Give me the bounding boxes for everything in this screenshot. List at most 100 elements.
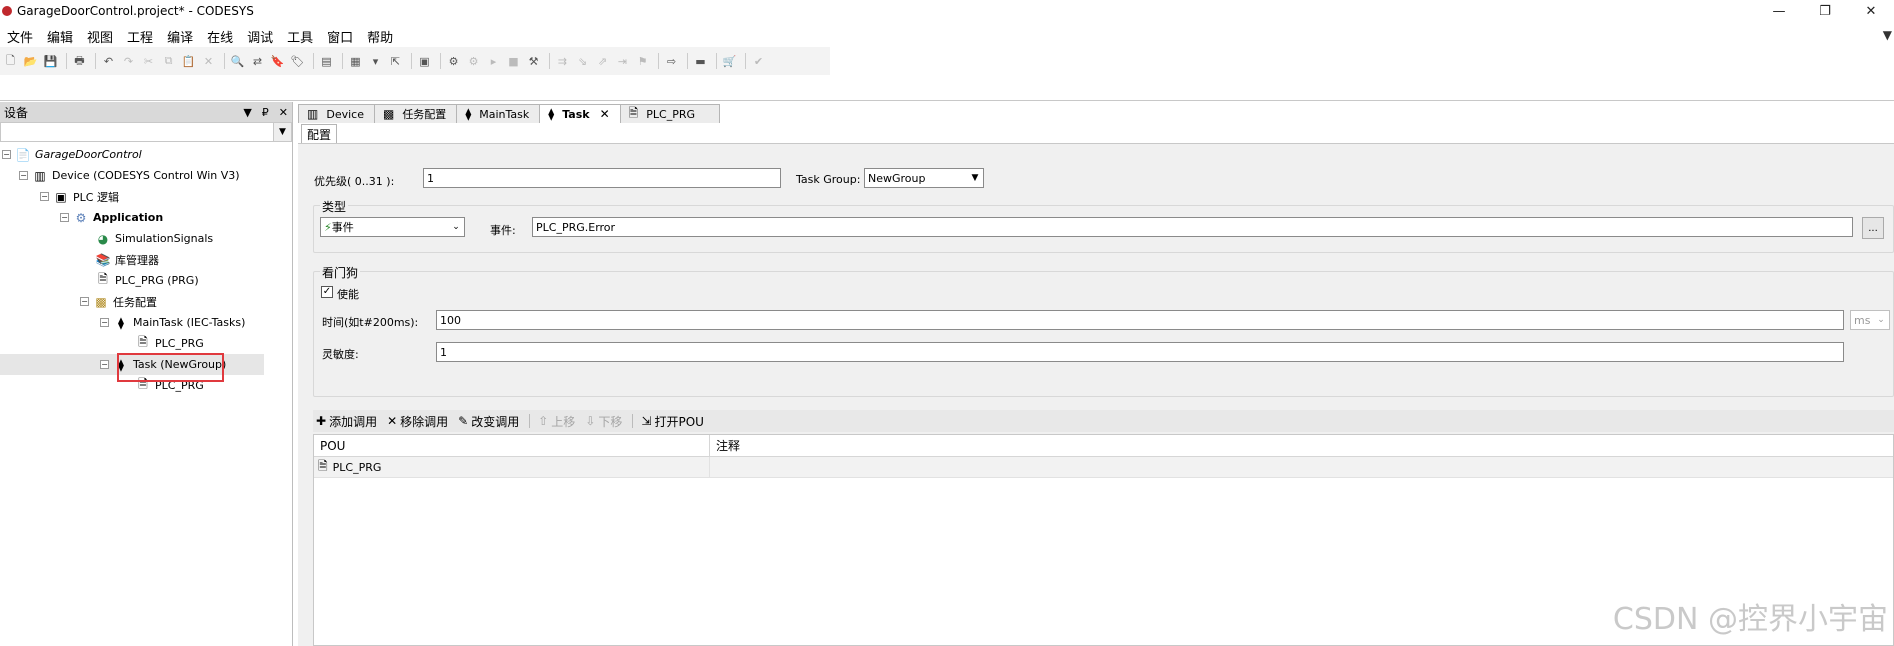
login-icon[interactable]: ⚙: [445, 53, 462, 70]
restore-button[interactable]: ❐: [1802, 0, 1848, 22]
tab-plc-prg[interactable]: 🗎 PLC_PRG: [619, 104, 720, 123]
device-panel-dropdown[interactable]: ▼: [0, 122, 292, 142]
write-values-icon[interactable]: ▬: [692, 53, 709, 70]
menu-debug[interactable]: 调试: [240, 27, 280, 46]
run-icon[interactable]: ▸: [485, 53, 502, 70]
tree-item-project[interactable]: − 📄 GarageDoorControl: [0, 144, 292, 165]
collapse-icon[interactable]: −: [100, 318, 109, 327]
remove-call-button[interactable]: ✕ 移除调用: [387, 413, 448, 430]
priority-label: 优先级( 0..31 ):: [314, 175, 395, 188]
check-icon[interactable]: ✔: [750, 53, 767, 70]
delete-icon[interactable]: ✕: [200, 53, 217, 70]
column-header-comment[interactable]: 注释: [710, 435, 740, 456]
collapse-icon[interactable]: −: [60, 213, 69, 222]
tab-label: MainTask: [479, 107, 530, 121]
tree-item-device[interactable]: − ▥ Device (CODESYS Control Win V3): [0, 165, 292, 186]
tab-task[interactable]: ⧫ Task ✕: [539, 104, 621, 123]
step-over-icon[interactable]: ⇉: [554, 53, 571, 70]
minimize-button[interactable]: —: [1756, 0, 1802, 22]
run-to-cursor-icon[interactable]: ⇥: [614, 53, 631, 70]
redo-icon[interactable]: ↷: [120, 53, 137, 70]
menu-file[interactable]: 文件: [0, 27, 40, 46]
move-up-button[interactable]: ⇧ 上移: [538, 413, 575, 430]
menu-online[interactable]: 在线: [200, 27, 240, 46]
tree-item-plc-logic[interactable]: − ▣ PLC 逻辑: [0, 186, 292, 207]
task-group-value: NewGroup: [868, 171, 926, 185]
close-window-button[interactable]: ✕: [1848, 0, 1894, 22]
menu-help[interactable]: 帮助: [360, 27, 400, 46]
time-unit-select[interactable]: ms ⌄: [1850, 310, 1890, 330]
watermark: CSDN @控界小宇宙: [1612, 602, 1888, 637]
menu-project[interactable]: 工程: [120, 27, 160, 46]
move-down-button[interactable]: ⇩ 下移: [585, 413, 622, 430]
tree-item-application[interactable]: − ⚙ Application: [0, 207, 292, 228]
logout-icon[interactable]: ⚙: [465, 53, 482, 70]
column-header-pou[interactable]: POU: [314, 435, 710, 456]
flow-control-icon[interactable]: ⇨: [663, 53, 680, 70]
event-input[interactable]: PLC_PRG.Error: [532, 217, 1853, 237]
menu-tools[interactable]: 工具: [280, 27, 320, 46]
add-object-icon[interactable]: ▦: [347, 53, 364, 70]
pin-icon[interactable]: ₽: [262, 106, 269, 119]
export-icon[interactable]: ⇱: [387, 53, 404, 70]
paste-icon[interactable]: 📋: [180, 53, 197, 70]
stop-icon[interactable]: ■: [505, 53, 522, 70]
open-pou-button[interactable]: ⇲ 打开POU: [641, 413, 704, 430]
dropdown-icon[interactable]: ▾: [367, 53, 384, 70]
menu-edit[interactable]: 编辑: [40, 27, 80, 46]
open-folder-icon[interactable]: 📂: [22, 53, 39, 70]
add-call-button[interactable]: ✚ 添加调用: [316, 413, 377, 430]
close-panel-icon[interactable]: ✕: [279, 106, 288, 119]
table-row[interactable]: 🗎 PLC_PRG: [314, 457, 1893, 478]
type-select[interactable]: ⚡事件 ⌄: [320, 217, 465, 237]
cut-icon[interactable]: ✂: [140, 53, 157, 70]
breakpoint-icon[interactable]: ⚑: [634, 53, 651, 70]
tree-item-plc-prg[interactable]: 🗎 PLC_PRG (PRG): [0, 270, 292, 291]
view-icon[interactable]: ▤: [318, 53, 335, 70]
new-file-icon[interactable]: 🗋: [2, 53, 19, 70]
force-values-icon[interactable]: 🛒: [721, 53, 738, 70]
tree-item-task-config[interactable]: − ▩ 任务配置: [0, 291, 292, 312]
step-out-icon[interactable]: ⇗: [594, 53, 611, 70]
priority-input[interactable]: 1: [423, 168, 781, 188]
tab-device[interactable]: ▥ Device: [298, 104, 375, 123]
enable-checkbox[interactable]: ✓: [321, 286, 333, 298]
close-tab-icon[interactable]: ✕: [600, 107, 610, 121]
menu-view[interactable]: 视图: [80, 27, 120, 46]
menu-build[interactable]: 编译: [160, 27, 200, 46]
reset-icon[interactable]: ⚒: [525, 53, 542, 70]
bookmark-next-icon[interactable]: 🏷: [289, 53, 306, 70]
collapse-icon[interactable]: −: [40, 192, 49, 201]
step-into-icon[interactable]: ⇘: [574, 53, 591, 70]
bookmark-icon[interactable]: 🔖: [269, 53, 286, 70]
collapse-icon[interactable]: −: [80, 297, 89, 306]
change-call-button[interactable]: ✎ 改变调用: [458, 413, 519, 430]
save-icon[interactable]: 💾: [42, 53, 59, 70]
collapse-icon[interactable]: −: [100, 360, 109, 369]
menu-window[interactable]: 窗口: [320, 27, 360, 46]
copy-icon[interactable]: ⧉: [160, 53, 177, 70]
replace-icon[interactable]: ⇄: [249, 53, 266, 70]
tab-configuration[interactable]: 配置: [301, 124, 338, 143]
ribbon-arrow-icon[interactable]: ▼: [1883, 28, 1892, 42]
window-title: GarageDoorControl.project* - CODESYS: [17, 4, 254, 18]
collapse-icon[interactable]: −: [2, 150, 11, 159]
event-browse-button[interactable]: ...: [1862, 217, 1884, 239]
sensitivity-input[interactable]: 1: [436, 342, 1844, 362]
find-icon[interactable]: 🔍: [229, 53, 246, 70]
build-icon[interactable]: ▣: [416, 53, 433, 70]
panel-menu-icon[interactable]: ▼: [243, 106, 251, 119]
undo-icon[interactable]: ↶: [100, 53, 117, 70]
tree-item-maintask[interactable]: − ⧫ MainTask (IEC-Tasks): [0, 312, 292, 333]
tab-task-config[interactable]: ▩ 任务配置: [373, 104, 458, 123]
task-group-select[interactable]: NewGroup ▼: [864, 168, 984, 188]
print-icon[interactable]: 🖶: [71, 53, 88, 70]
chevron-down-icon[interactable]: ▼: [273, 123, 291, 141]
tree-item-maintask-plc-prg[interactable]: 🗎 PLC_PRG: [0, 333, 292, 354]
time-input[interactable]: 100: [436, 310, 1844, 330]
collapse-icon[interactable]: −: [19, 171, 28, 180]
tree-item-label: MainTask (IEC-Tasks): [133, 316, 246, 329]
tree-item-simulation-signals[interactable]: ◕ SimulationSignals: [0, 228, 292, 249]
tab-maintask[interactable]: ⧫ MainTask: [456, 104, 541, 123]
tree-item-library-manager[interactable]: 📚 库管理器: [0, 249, 292, 270]
